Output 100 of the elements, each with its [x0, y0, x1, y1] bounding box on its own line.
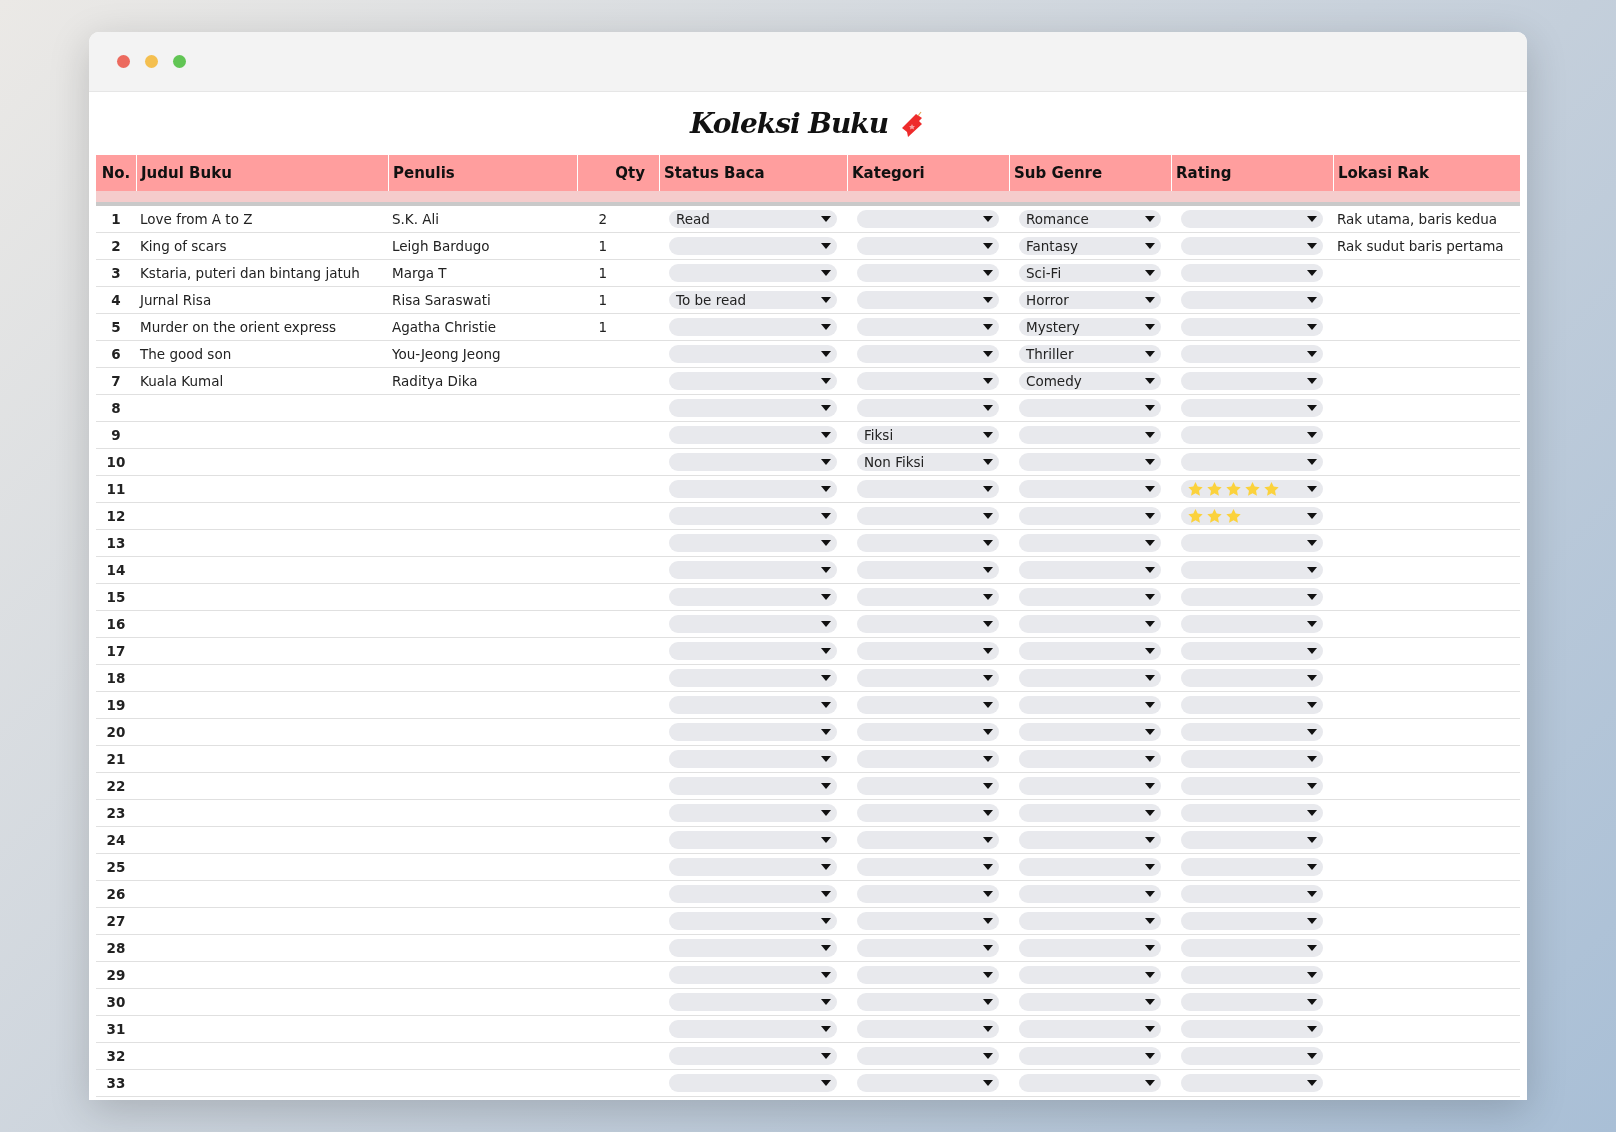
- category-dropdown[interactable]: [857, 777, 999, 795]
- category-dropdown[interactable]: [857, 1020, 999, 1038]
- status-dropdown[interactable]: [669, 264, 837, 282]
- category-dropdown[interactable]: [857, 831, 999, 849]
- category-dropdown[interactable]: [857, 318, 999, 336]
- rating-dropdown[interactable]: [1181, 534, 1323, 552]
- category-dropdown[interactable]: [857, 534, 999, 552]
- subgenre-dropdown[interactable]: Mystery: [1019, 318, 1161, 336]
- rating-dropdown[interactable]: [1181, 1047, 1323, 1065]
- subgenre-dropdown[interactable]: [1019, 453, 1161, 471]
- rating-dropdown[interactable]: [1181, 264, 1323, 282]
- category-dropdown[interactable]: [857, 480, 999, 498]
- category-dropdown[interactable]: [857, 750, 999, 768]
- subgenre-dropdown[interactable]: Fantasy: [1019, 237, 1161, 255]
- rating-dropdown[interactable]: [1181, 318, 1323, 336]
- category-dropdown[interactable]: [857, 696, 999, 714]
- subgenre-dropdown[interactable]: [1019, 912, 1161, 930]
- category-dropdown[interactable]: [857, 939, 999, 957]
- category-dropdown[interactable]: [857, 993, 999, 1011]
- close-button[interactable]: [117, 55, 130, 68]
- subgenre-dropdown[interactable]: [1019, 831, 1161, 849]
- rating-dropdown[interactable]: [1181, 885, 1323, 903]
- category-dropdown[interactable]: [857, 291, 999, 309]
- status-dropdown[interactable]: To be read: [669, 291, 837, 309]
- category-dropdown[interactable]: [857, 237, 999, 255]
- status-dropdown[interactable]: [669, 642, 837, 660]
- category-dropdown[interactable]: [857, 966, 999, 984]
- subgenre-dropdown[interactable]: [1019, 696, 1161, 714]
- rating-dropdown[interactable]: [1181, 966, 1323, 984]
- subgenre-dropdown[interactable]: [1019, 561, 1161, 579]
- subgenre-dropdown[interactable]: [1019, 1020, 1161, 1038]
- rating-dropdown[interactable]: [1181, 345, 1323, 363]
- rating-dropdown[interactable]: [1181, 642, 1323, 660]
- subgenre-dropdown[interactable]: [1019, 507, 1161, 525]
- rating-dropdown[interactable]: [1181, 237, 1323, 255]
- subgenre-dropdown[interactable]: Sci-Fi: [1019, 264, 1161, 282]
- category-dropdown[interactable]: [857, 642, 999, 660]
- category-dropdown[interactable]: [857, 561, 999, 579]
- status-dropdown[interactable]: [669, 804, 837, 822]
- status-dropdown[interactable]: [669, 696, 837, 714]
- status-dropdown[interactable]: [669, 507, 837, 525]
- subgenre-dropdown[interactable]: [1019, 723, 1161, 741]
- subgenre-dropdown[interactable]: Thriller: [1019, 345, 1161, 363]
- rating-dropdown[interactable]: [1181, 696, 1323, 714]
- rating-dropdown[interactable]: [1181, 210, 1323, 228]
- status-dropdown[interactable]: [669, 1047, 837, 1065]
- category-dropdown[interactable]: [857, 507, 999, 525]
- rating-dropdown[interactable]: [1181, 858, 1323, 876]
- rating-dropdown[interactable]: [1181, 831, 1323, 849]
- subgenre-dropdown[interactable]: [1019, 1074, 1161, 1092]
- category-dropdown[interactable]: [857, 588, 999, 606]
- rating-dropdown[interactable]: [1181, 399, 1323, 417]
- category-dropdown[interactable]: [857, 669, 999, 687]
- subgenre-dropdown[interactable]: Comedy: [1019, 372, 1161, 390]
- status-dropdown[interactable]: [669, 453, 837, 471]
- rating-dropdown[interactable]: [1181, 669, 1323, 687]
- rating-dropdown[interactable]: [1181, 723, 1323, 741]
- rating-dropdown[interactable]: [1181, 372, 1323, 390]
- status-dropdown[interactable]: [669, 399, 837, 417]
- status-dropdown[interactable]: [669, 1074, 837, 1092]
- status-dropdown[interactable]: [669, 939, 837, 957]
- rating-dropdown[interactable]: [1181, 993, 1323, 1011]
- status-dropdown[interactable]: [669, 912, 837, 930]
- rating-dropdown[interactable]: [1181, 1020, 1323, 1038]
- subgenre-dropdown[interactable]: [1019, 615, 1161, 633]
- rating-dropdown[interactable]: [1181, 777, 1323, 795]
- category-dropdown[interactable]: [857, 858, 999, 876]
- status-dropdown[interactable]: [669, 858, 837, 876]
- subgenre-dropdown[interactable]: Romance: [1019, 210, 1161, 228]
- category-dropdown[interactable]: [857, 264, 999, 282]
- status-dropdown[interactable]: [669, 1020, 837, 1038]
- status-dropdown[interactable]: [669, 966, 837, 984]
- subgenre-dropdown[interactable]: [1019, 399, 1161, 417]
- category-dropdown[interactable]: [857, 615, 999, 633]
- subgenre-dropdown[interactable]: Horror: [1019, 291, 1161, 309]
- subgenre-dropdown[interactable]: [1019, 534, 1161, 552]
- category-dropdown[interactable]: Fiksi: [857, 426, 999, 444]
- subgenre-dropdown[interactable]: [1019, 480, 1161, 498]
- status-dropdown[interactable]: [669, 480, 837, 498]
- rating-dropdown[interactable]: [1181, 426, 1323, 444]
- rating-dropdown[interactable]: [1181, 1074, 1323, 1092]
- subgenre-dropdown[interactable]: [1019, 966, 1161, 984]
- status-dropdown[interactable]: [669, 588, 837, 606]
- status-dropdown[interactable]: [669, 777, 837, 795]
- category-dropdown[interactable]: [857, 399, 999, 417]
- rating-dropdown[interactable]: [1181, 804, 1323, 822]
- category-dropdown[interactable]: [857, 804, 999, 822]
- status-dropdown[interactable]: [669, 885, 837, 903]
- rating-dropdown[interactable]: [1181, 480, 1323, 498]
- status-dropdown[interactable]: [669, 993, 837, 1011]
- minimize-button[interactable]: [145, 55, 158, 68]
- status-dropdown[interactable]: [669, 372, 837, 390]
- status-dropdown[interactable]: [669, 561, 837, 579]
- rating-dropdown[interactable]: [1181, 912, 1323, 930]
- status-dropdown[interactable]: [669, 318, 837, 336]
- subgenre-dropdown[interactable]: [1019, 804, 1161, 822]
- rating-dropdown[interactable]: [1181, 588, 1323, 606]
- category-dropdown[interactable]: [857, 723, 999, 741]
- subgenre-dropdown[interactable]: [1019, 750, 1161, 768]
- subgenre-dropdown[interactable]: [1019, 939, 1161, 957]
